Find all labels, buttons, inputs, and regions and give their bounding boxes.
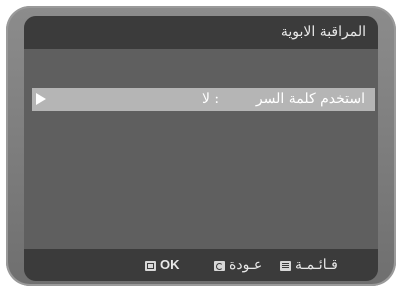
back-hint[interactable]: عـودة xyxy=(214,257,262,273)
menu-label: قـائـمـة xyxy=(295,257,338,273)
arrow-right-icon xyxy=(36,93,46,105)
menu-hint[interactable]: قـائـمـة xyxy=(280,257,338,273)
page-title: المراقبة الابوية xyxy=(280,24,366,40)
menu-item-value: : لا xyxy=(202,91,220,107)
ok-hint[interactable]: OK xyxy=(145,257,180,272)
ok-label: OK xyxy=(160,257,180,272)
back-label: عـودة xyxy=(229,257,263,273)
osd-screen: المراقبة الابوية : لا استخدم كلمة السر O… xyxy=(24,16,378,281)
title-bar: المراقبة الابوية xyxy=(24,16,378,49)
bottom-bar: OK عـودة قـائـمـة xyxy=(24,249,378,281)
menu-icon xyxy=(280,261,291,271)
back-icon xyxy=(214,261,225,271)
menu-item-use-password[interactable]: : لا استخدم كلمة السر xyxy=(32,88,375,111)
ok-icon xyxy=(145,260,156,271)
menu-item-label: استخدم كلمة السر xyxy=(255,91,365,107)
